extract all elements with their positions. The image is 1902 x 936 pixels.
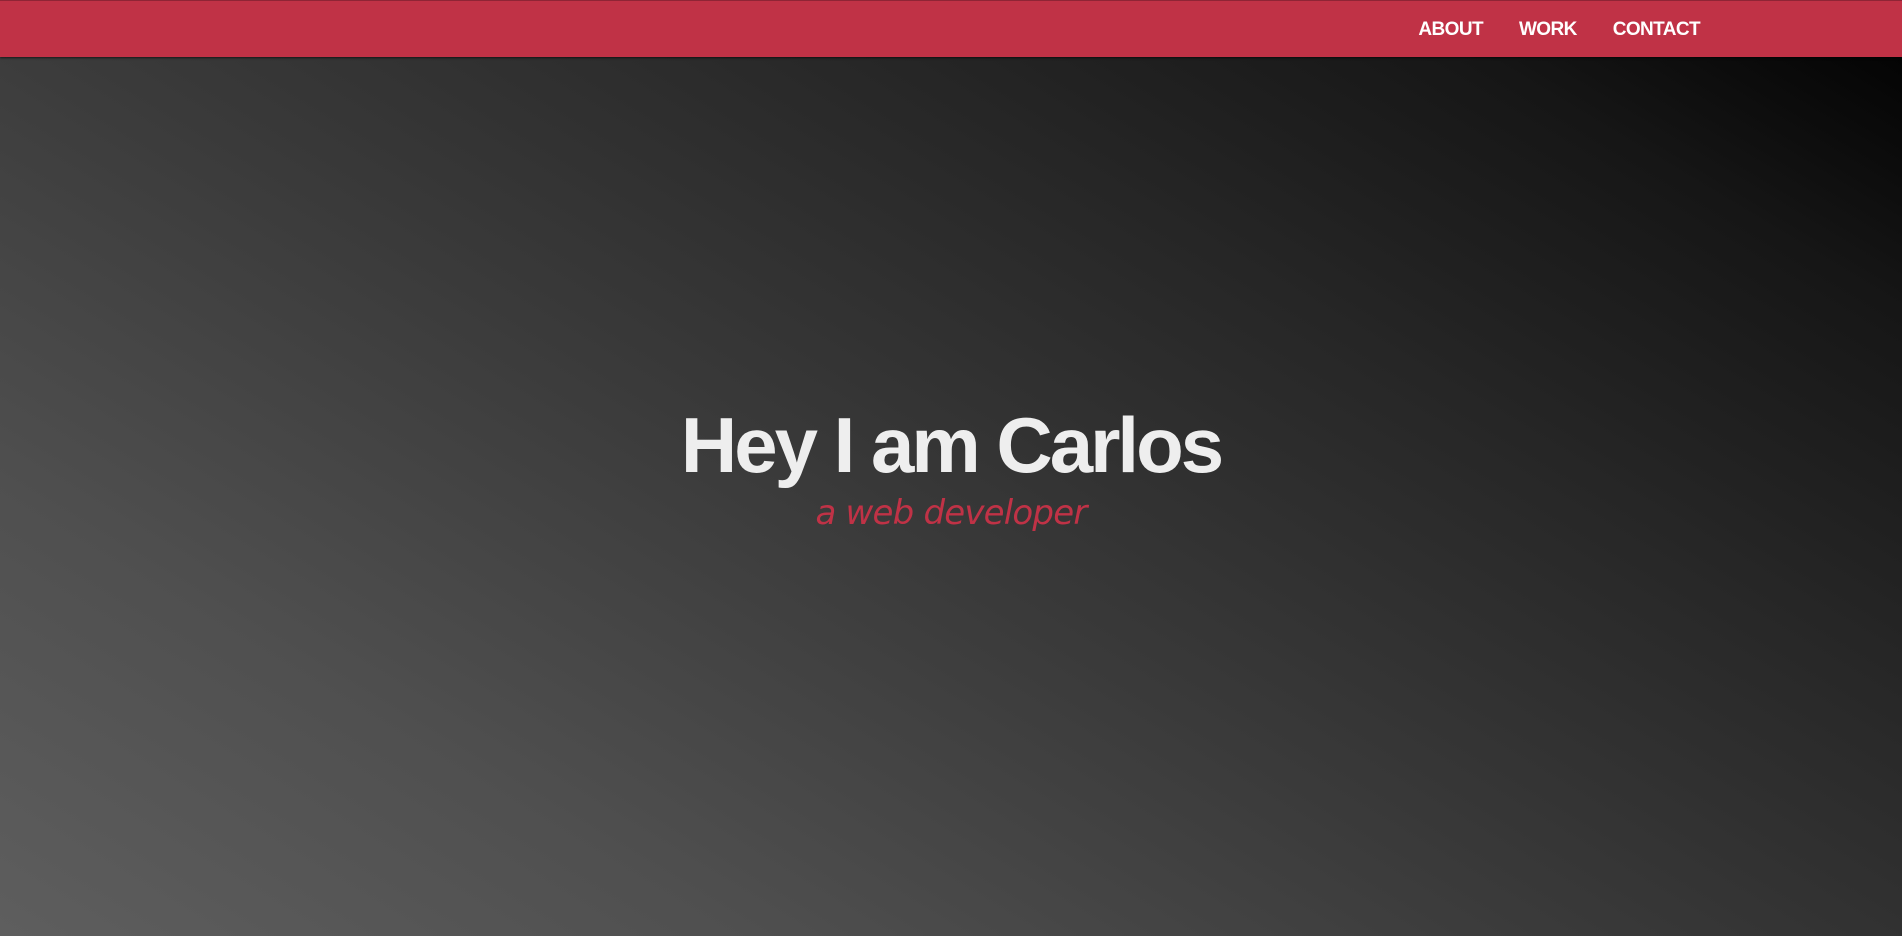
hero-subtitle: a web developer [815,492,1087,533]
hero-title: Hey I am Carlos [680,401,1224,489]
nav-link-work[interactable]: WORK [1519,19,1577,41]
page: ABOUT WORK CONTACT Hey I am Carlos a web… [0,0,1902,936]
nav-link-about[interactable]: ABOUT [1418,19,1483,41]
hero-section: Hey I am Carlos a web developer [0,57,1902,936]
nav-link-contact[interactable]: CONTACT [1613,19,1701,41]
top-navbar: ABOUT WORK CONTACT [0,0,1902,57]
nav-menu: ABOUT WORK CONTACT [1382,1,1700,58]
